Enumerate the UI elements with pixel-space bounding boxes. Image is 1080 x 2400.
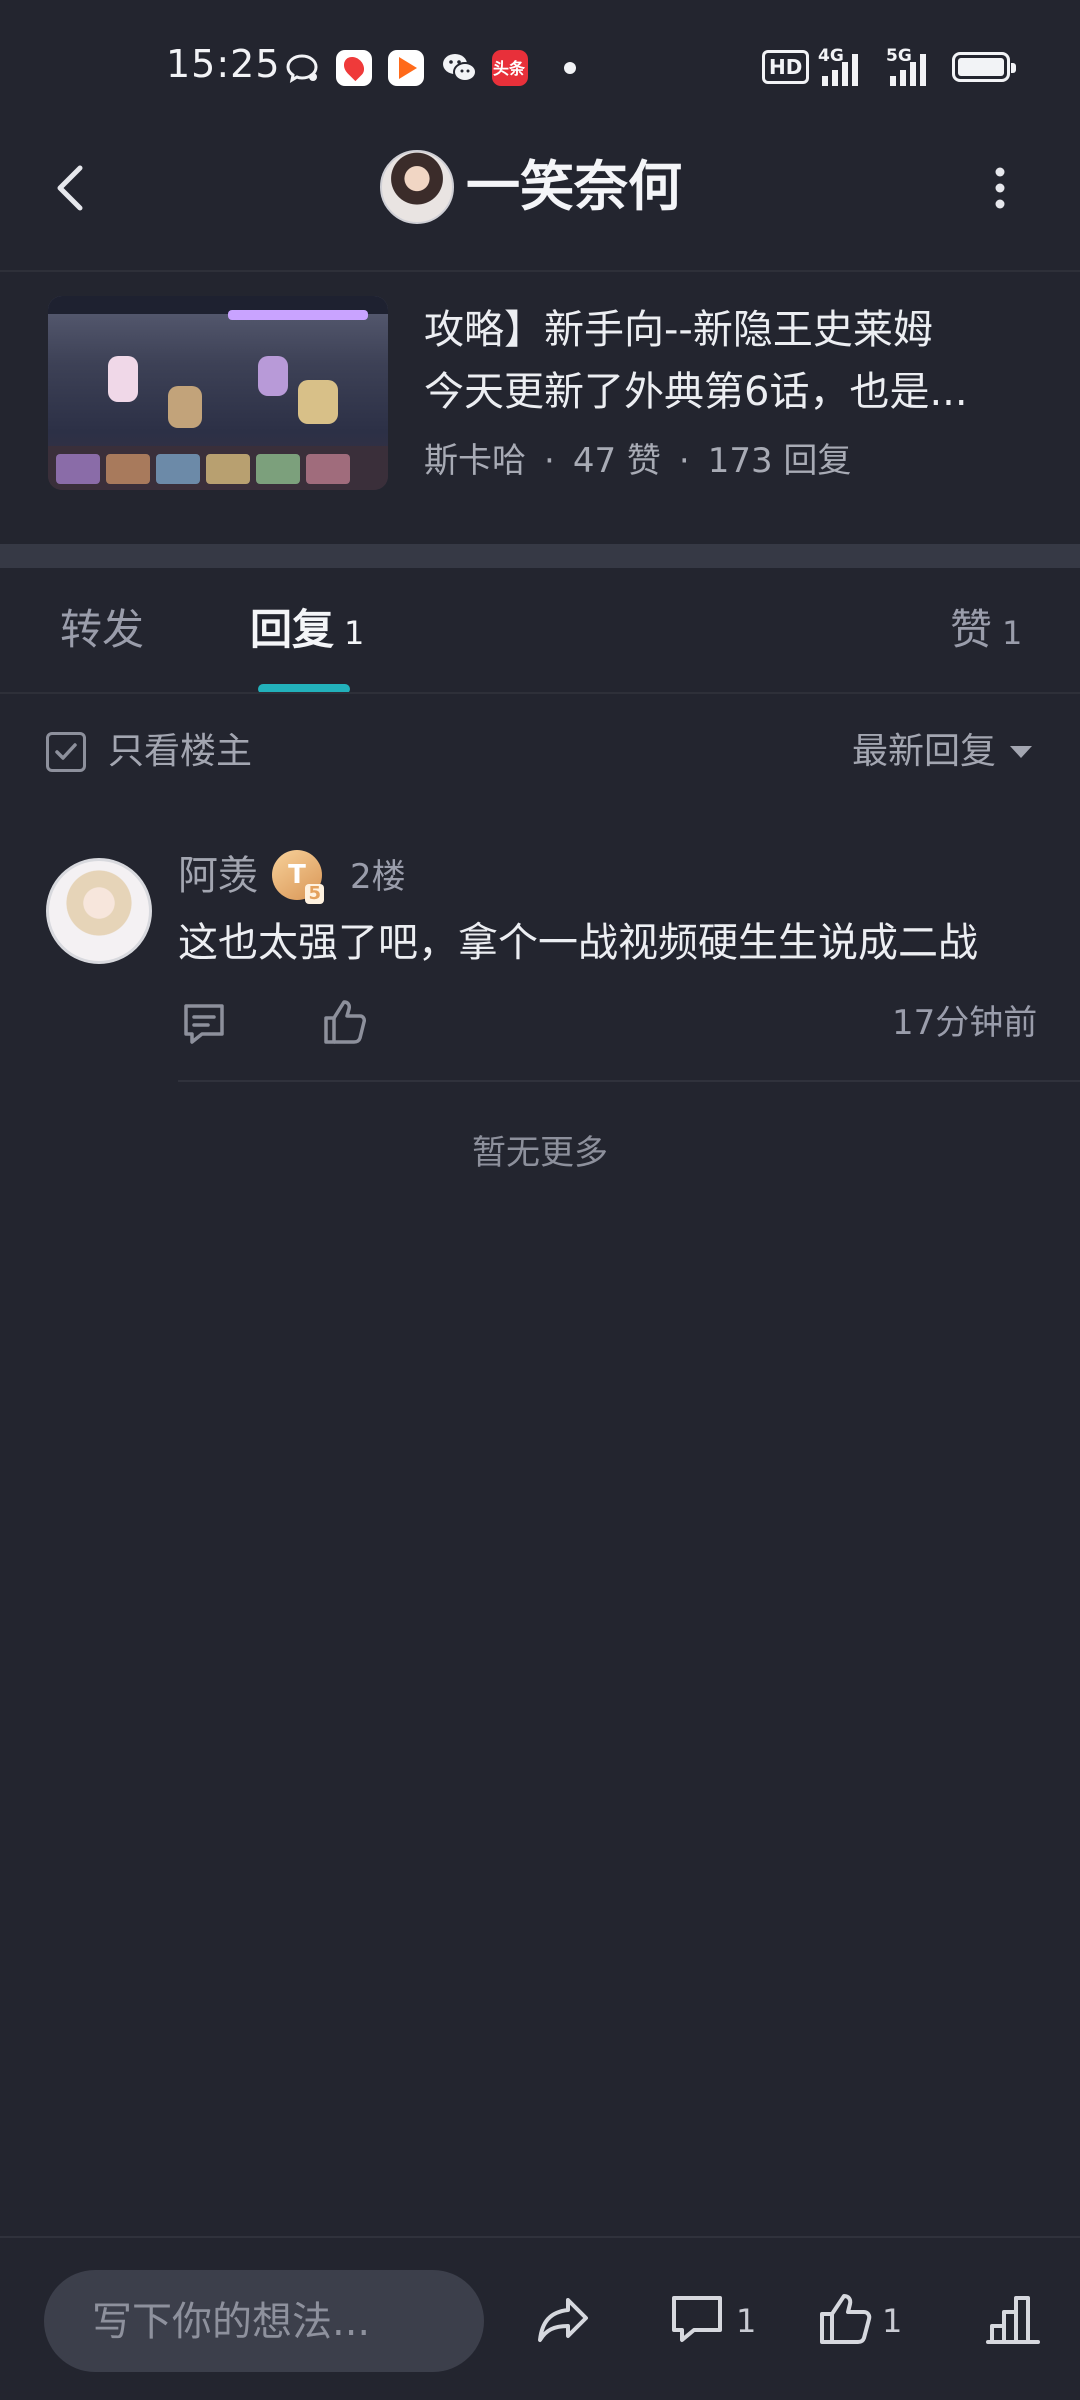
toutiao-icon: 头条 <box>492 50 528 86</box>
reply-like-icon[interactable] <box>322 998 368 1046</box>
reply-time: 17分钟前 <box>892 1003 1038 1043</box>
tab-forward[interactable]: 转发 <box>60 600 144 660</box>
meta-separator: · <box>544 441 555 481</box>
post-author[interactable]: 斯卡哈 <box>424 441 526 481</box>
more-options-icon[interactable] <box>980 158 1020 218</box>
map-app-icon <box>336 50 372 86</box>
tab-reply[interactable]: 回复 1 <box>250 600 364 663</box>
check-icon <box>55 743 77 760</box>
level-badge: T5 <box>272 850 324 904</box>
comment-count: 1 <box>736 2302 757 2340</box>
post-meta: 斯卡哈 · 47 赞 · 173 回复 <box>424 436 851 486</box>
hd-icon: HD <box>762 50 810 84</box>
like-icon[interactable] <box>816 2290 874 2348</box>
battery-icon <box>952 52 1016 82</box>
post-thumbnail[interactable] <box>48 296 388 490</box>
tab-like-count: 1 <box>1002 614 1023 652</box>
header-avatar[interactable] <box>380 150 454 224</box>
status-time: 15:25 <box>166 42 281 86</box>
signal-icon-2 <box>890 54 926 86</box>
header-title: 一笑奈何 <box>466 155 682 218</box>
tab-like[interactable]: 赞1 <box>950 600 1022 663</box>
video-app-icon <box>388 50 424 86</box>
status-bar: 15:25 头条 HD 4G 5G <box>0 0 1080 135</box>
reply-avatar[interactable] <box>46 858 152 964</box>
level-badge-number: 5 <box>305 884 324 904</box>
only-op-label[interactable]: 只看楼主 <box>108 726 252 778</box>
comment-icon[interactable] <box>668 2290 726 2348</box>
reply-username[interactable]: 阿羡 <box>178 848 258 904</box>
reply-divider <box>178 1080 1080 1082</box>
tab-like-label: 赞 <box>950 605 993 654</box>
signal-icon-1 <box>822 54 858 86</box>
caret-down-icon[interactable] <box>1010 746 1032 758</box>
reply-comment-icon[interactable] <box>180 1000 228 1048</box>
post-title[interactable]: 攻略】新手向--新隐王史莱姆 <box>424 300 1044 360</box>
stats-icon[interactable] <box>984 2290 1042 2348</box>
sort-dropdown[interactable]: 最新回复 <box>852 726 996 778</box>
post-replies: 173 回复 <box>707 441 852 481</box>
reply-content[interactable]: 这也太强了吧，拿个一战视频硬生生说成二战 <box>178 912 978 974</box>
tab-forward-label: 转发 <box>60 605 145 654</box>
only-op-checkbox[interactable] <box>46 732 86 772</box>
wechat-icon <box>443 54 477 82</box>
post-likes: 47 赞 <box>572 441 661 481</box>
section-separator <box>0 544 1080 568</box>
reply-floor: 2楼 <box>350 857 406 897</box>
header-divider <box>0 270 1080 272</box>
back-arrow-icon[interactable] <box>42 158 102 218</box>
level-badge-letter: T <box>288 860 306 890</box>
comment-input-placeholder[interactable]: 写下你的想法... <box>92 2294 370 2350</box>
dot-icon <box>564 62 576 74</box>
toutiao-label: 头条 <box>493 59 526 78</box>
tab-reply-count: 1 <box>344 614 365 652</box>
tabs-divider <box>0 692 1080 694</box>
like-count: 1 <box>882 2302 903 2340</box>
share-icon[interactable] <box>534 2290 592 2348</box>
post-snippet[interactable]: 今天更新了外典第6话，也是... <box>424 362 1044 422</box>
tab-reply-label: 回复 <box>250 605 335 654</box>
no-more-text: 暂无更多 <box>472 1133 608 1173</box>
meta-separator: · <box>678 441 690 481</box>
chat-bubble-icon <box>286 54 318 84</box>
